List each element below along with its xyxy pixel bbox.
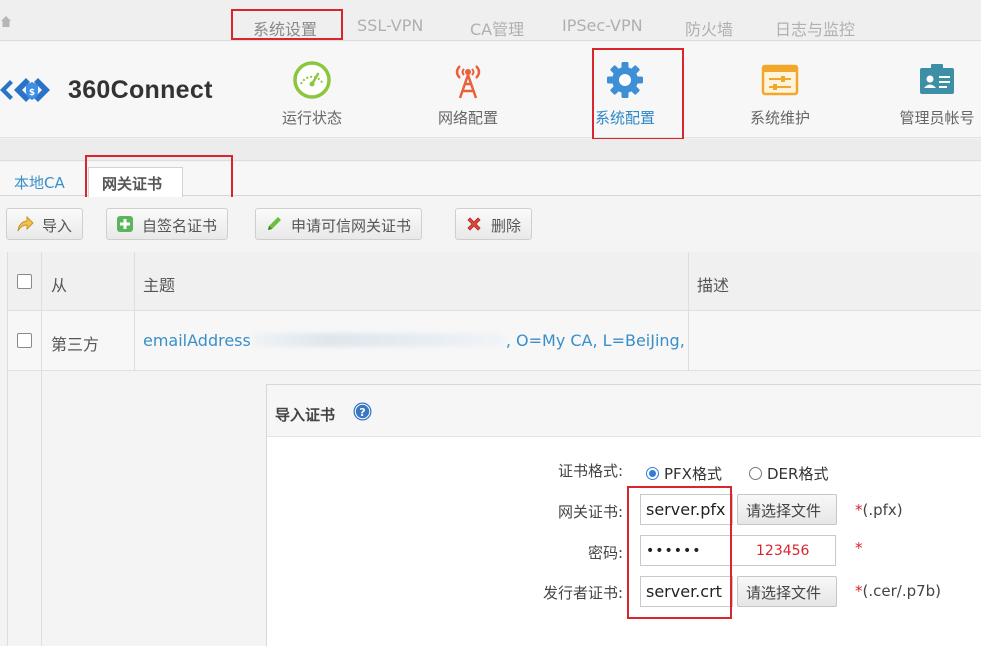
- help-icon[interactable]: ?: [353, 402, 372, 421]
- nav-system-config[interactable]: 系统配置: [565, 60, 685, 127]
- subject-suffix: , O=My CA, L=BeiJing,: [505, 331, 685, 350]
- self-signed-cert-button[interactable]: 自签名证书: [106, 208, 229, 240]
- delete-button[interactable]: 删除: [455, 208, 533, 240]
- select-all-cell: [8, 252, 42, 310]
- import-label: 导入: [42, 217, 73, 235]
- tab-local-ca[interactable]: 本地CA: [14, 172, 65, 193]
- format-label: 证书格式:: [557, 462, 623, 480]
- header-divider-strip: [0, 139, 981, 161]
- nav-label: 系统配置: [594, 109, 655, 127]
- gateway-cert-file-field[interactable]: server.pfx: [640, 494, 733, 525]
- column-header-subject[interactable]: 主题: [135, 252, 689, 310]
- dialog-header: 导入证书 ?: [267, 385, 981, 437]
- radio-pfx-dot: [646, 467, 659, 480]
- password-hint: *: [855, 539, 863, 557]
- tab-gateway-cert[interactable]: 网关证书: [88, 167, 183, 197]
- maintenance-panel-icon: [761, 64, 799, 96]
- header: $ 360Connect 运行状态 网络配置 系统配置 系统维护 管理员帐号: [0, 42, 981, 138]
- delete-label: 删除: [491, 217, 522, 235]
- radio-pfx-label: PFX格式: [664, 465, 722, 483]
- svg-text:$: $: [29, 88, 35, 98]
- admin-id-card-icon: [920, 64, 954, 94]
- nav-network-config[interactable]: 网络配置: [408, 60, 528, 127]
- brand-name: 360Connect: [68, 76, 213, 104]
- nav-label: 网络配置: [437, 109, 498, 127]
- password-field[interactable]: •••••• 123456: [640, 535, 836, 566]
- nav-admin-account[interactable]: 管理员帐号: [877, 60, 981, 127]
- gateway-cert-ext: (.pfx): [862, 501, 903, 519]
- brand-logo: $ 360Connect: [0, 70, 240, 110]
- required-star: *: [855, 539, 863, 557]
- issuer-cert-hint: *(.cer/.p7b): [855, 582, 941, 600]
- nav-run-status[interactable]: 运行状态: [252, 60, 372, 127]
- password-label: 密码:: [587, 544, 623, 562]
- radio-pfx[interactable]: PFX格式: [646, 463, 722, 484]
- toolbar: 导入 自签名证书 申请可信网关证书 删除: [0, 197, 981, 251]
- radio-der-label: DER格式: [767, 465, 829, 483]
- grid-column-filler: [8, 371, 42, 646]
- network-tower-icon: [455, 65, 481, 99]
- cell-subject[interactable]: emailAddress , O=My CA, L=BeiJing,: [135, 311, 689, 370]
- row-select-cell: [8, 311, 42, 370]
- gear-icon: [607, 62, 643, 98]
- svg-text:?: ?: [359, 406, 365, 419]
- cell-description: [689, 311, 981, 370]
- dialog-title: 导入证书: [275, 406, 336, 424]
- required-star: *: [855, 501, 863, 519]
- delete-x-icon: [467, 217, 481, 231]
- radio-der[interactable]: DER格式: [749, 463, 828, 484]
- table-header: 从 主题 描述: [8, 252, 981, 311]
- gateway-cert-label: 网关证书:: [557, 503, 623, 521]
- top-tab-logs-monitoring[interactable]: 日志与监控: [775, 16, 855, 40]
- import-button[interactable]: 导入: [6, 208, 84, 240]
- top-tab-firewall[interactable]: 防火墙: [685, 16, 733, 40]
- gateway-cert-hint: *(.pfx): [855, 501, 903, 519]
- select-all-checkbox[interactable]: [17, 274, 32, 289]
- gateway-cert-choose-file-button[interactable]: 请选择文件: [737, 494, 837, 525]
- top-tab-bar: 系统设置 SSL-VPN CA管理 IPSec-VPN 防火墙 日志与监控: [0, 0, 981, 41]
- issuer-cert-label: 发行者证书:: [542, 584, 623, 602]
- table-row[interactable]: 第三方 emailAddress , O=My CA, L=BeiJing,: [8, 311, 981, 371]
- redacted-blur: [250, 333, 506, 347]
- issuer-cert-ext: (.cer/.p7b): [862, 582, 942, 600]
- import-arrow-icon: [17, 215, 34, 232]
- row-checkbox[interactable]: [17, 333, 32, 348]
- top-tab-ssl-vpn[interactable]: SSL-VPN: [357, 16, 423, 35]
- nav-label: 运行状态: [281, 109, 342, 127]
- home-icon[interactable]: [0, 14, 12, 28]
- pencil-icon: [268, 217, 281, 230]
- sub-tab-bar: 本地CA 网关证书: [0, 162, 981, 197]
- import-cert-dialog: 导入证书 ? 证书格式: PFX格式 DER格式 网关证书: server.pf…: [266, 384, 981, 646]
- nav-label: 管理员帐号: [899, 109, 975, 127]
- gauge-icon: [293, 61, 331, 99]
- column-header-description[interactable]: 描述: [689, 252, 981, 310]
- nav-system-maintenance[interactable]: 系统维护: [720, 60, 840, 127]
- add-plus-icon: [117, 216, 133, 232]
- top-tab-ipsec-vpn[interactable]: IPSec-VPN: [562, 16, 643, 35]
- password-annotation: 123456: [756, 543, 810, 559]
- radio-der-dot: [749, 467, 762, 480]
- cell-from: 第三方: [42, 311, 135, 370]
- nav-label: 系统维护: [749, 109, 810, 127]
- self-signed-cert-label: 自签名证书: [142, 217, 218, 235]
- issuer-cert-file-field[interactable]: server.crt: [640, 576, 733, 607]
- top-tab-system-settings[interactable]: 系统设置: [253, 16, 317, 40]
- issuer-cert-choose-file-button[interactable]: 请选择文件: [737, 576, 837, 607]
- brand-mark-icon: $: [0, 78, 50, 102]
- required-star: *: [855, 582, 863, 600]
- column-header-from[interactable]: 从: [42, 252, 135, 310]
- password-masked-value: ••••••: [646, 543, 702, 559]
- request-trusted-cert-button[interactable]: 申请可信网关证书: [255, 208, 423, 240]
- request-trusted-cert-label: 申请可信网关证书: [291, 217, 412, 235]
- top-tab-ca-management[interactable]: CA管理: [470, 16, 524, 40]
- subject-prefix: emailAddress: [143, 331, 251, 350]
